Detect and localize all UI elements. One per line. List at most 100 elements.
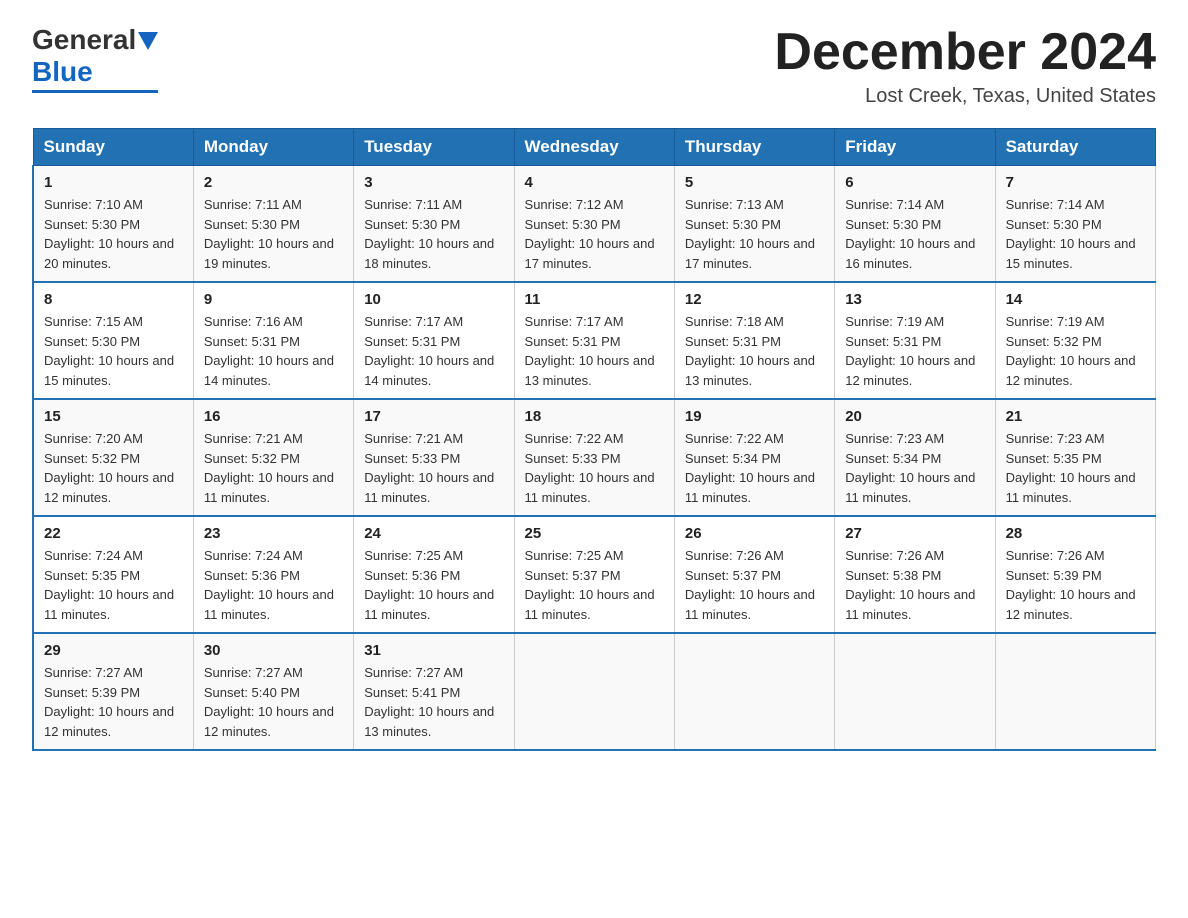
month-title: December 2024	[774, 24, 1156, 81]
day-info: Sunrise: 7:27 AMSunset: 5:40 PMDaylight:…	[204, 665, 334, 739]
day-info: Sunrise: 7:25 AMSunset: 5:36 PMDaylight:…	[364, 548, 494, 622]
day-info: Sunrise: 7:17 AMSunset: 5:31 PMDaylight:…	[364, 314, 494, 388]
logo-triangle-icon	[138, 32, 158, 50]
day-number: 19	[685, 408, 824, 425]
day-info: Sunrise: 7:22 AMSunset: 5:33 PMDaylight:…	[525, 431, 655, 505]
day-number: 4	[525, 174, 664, 191]
calendar-table: Sunday Monday Tuesday Wednesday Thursday…	[32, 128, 1156, 751]
calendar-cell: 30 Sunrise: 7:27 AMSunset: 5:40 PMDaylig…	[193, 633, 353, 750]
calendar-week-row: 29 Sunrise: 7:27 AMSunset: 5:39 PMDaylig…	[33, 633, 1156, 750]
calendar-cell: 22 Sunrise: 7:24 AMSunset: 5:35 PMDaylig…	[33, 516, 193, 633]
day-info: Sunrise: 7:12 AMSunset: 5:30 PMDaylight:…	[525, 197, 655, 271]
calendar-cell: 1 Sunrise: 7:10 AMSunset: 5:30 PMDayligh…	[33, 166, 193, 283]
day-info: Sunrise: 7:11 AMSunset: 5:30 PMDaylight:…	[364, 197, 494, 271]
day-number: 9	[204, 291, 343, 308]
logo: General Blue	[32, 24, 158, 93]
day-number: 5	[685, 174, 824, 191]
day-number: 31	[364, 642, 503, 659]
col-friday: Friday	[835, 129, 995, 166]
day-info: Sunrise: 7:26 AMSunset: 5:37 PMDaylight:…	[685, 548, 815, 622]
calendar-cell: 3 Sunrise: 7:11 AMSunset: 5:30 PMDayligh…	[354, 166, 514, 283]
day-number: 12	[685, 291, 824, 308]
day-info: Sunrise: 7:25 AMSunset: 5:37 PMDaylight:…	[525, 548, 655, 622]
calendar-cell: 15 Sunrise: 7:20 AMSunset: 5:32 PMDaylig…	[33, 399, 193, 516]
day-info: Sunrise: 7:16 AMSunset: 5:31 PMDaylight:…	[204, 314, 334, 388]
day-number: 29	[44, 642, 183, 659]
calendar-cell: 28 Sunrise: 7:26 AMSunset: 5:39 PMDaylig…	[995, 516, 1155, 633]
day-info: Sunrise: 7:10 AMSunset: 5:30 PMDaylight:…	[44, 197, 174, 271]
day-number: 10	[364, 291, 503, 308]
day-number: 26	[685, 525, 824, 542]
calendar-cell: 19 Sunrise: 7:22 AMSunset: 5:34 PMDaylig…	[674, 399, 834, 516]
header-row: Sunday Monday Tuesday Wednesday Thursday…	[33, 129, 1156, 166]
day-number: 24	[364, 525, 503, 542]
title-block: December 2024 Lost Creek, Texas, United …	[774, 24, 1156, 108]
day-number: 23	[204, 525, 343, 542]
day-info: Sunrise: 7:24 AMSunset: 5:36 PMDaylight:…	[204, 548, 334, 622]
day-number: 30	[204, 642, 343, 659]
day-number: 6	[845, 174, 984, 191]
day-number: 20	[845, 408, 984, 425]
col-wednesday: Wednesday	[514, 129, 674, 166]
day-info: Sunrise: 7:15 AMSunset: 5:30 PMDaylight:…	[44, 314, 174, 388]
day-info: Sunrise: 7:17 AMSunset: 5:31 PMDaylight:…	[525, 314, 655, 388]
day-info: Sunrise: 7:26 AMSunset: 5:38 PMDaylight:…	[845, 548, 975, 622]
day-info: Sunrise: 7:13 AMSunset: 5:30 PMDaylight:…	[685, 197, 815, 271]
day-number: 8	[44, 291, 183, 308]
calendar-cell: 18 Sunrise: 7:22 AMSunset: 5:33 PMDaylig…	[514, 399, 674, 516]
calendar-cell: 4 Sunrise: 7:12 AMSunset: 5:30 PMDayligh…	[514, 166, 674, 283]
day-number: 17	[364, 408, 503, 425]
day-number: 3	[364, 174, 503, 191]
day-number: 7	[1006, 174, 1145, 191]
day-number: 22	[44, 525, 183, 542]
day-info: Sunrise: 7:22 AMSunset: 5:34 PMDaylight:…	[685, 431, 815, 505]
day-number: 13	[845, 291, 984, 308]
day-number: 11	[525, 291, 664, 308]
calendar-cell: 5 Sunrise: 7:13 AMSunset: 5:30 PMDayligh…	[674, 166, 834, 283]
day-number: 25	[525, 525, 664, 542]
logo-text: General	[32, 24, 158, 56]
day-number: 28	[1006, 525, 1145, 542]
col-monday: Monday	[193, 129, 353, 166]
calendar-cell: 31 Sunrise: 7:27 AMSunset: 5:41 PMDaylig…	[354, 633, 514, 750]
calendar-cell: 20 Sunrise: 7:23 AMSunset: 5:34 PMDaylig…	[835, 399, 995, 516]
day-number: 1	[44, 174, 183, 191]
calendar-cell: 6 Sunrise: 7:14 AMSunset: 5:30 PMDayligh…	[835, 166, 995, 283]
day-number: 27	[845, 525, 984, 542]
day-number: 21	[1006, 408, 1145, 425]
page-header: General Blue December 2024 Lost Creek, T…	[32, 24, 1156, 108]
calendar-week-row: 22 Sunrise: 7:24 AMSunset: 5:35 PMDaylig…	[33, 516, 1156, 633]
location: Lost Creek, Texas, United States	[774, 85, 1156, 108]
logo-general: General	[32, 24, 136, 56]
col-tuesday: Tuesday	[354, 129, 514, 166]
calendar-week-row: 15 Sunrise: 7:20 AMSunset: 5:32 PMDaylig…	[33, 399, 1156, 516]
calendar-cell: 29 Sunrise: 7:27 AMSunset: 5:39 PMDaylig…	[33, 633, 193, 750]
calendar-cell: 21 Sunrise: 7:23 AMSunset: 5:35 PMDaylig…	[995, 399, 1155, 516]
calendar-cell: 13 Sunrise: 7:19 AMSunset: 5:31 PMDaylig…	[835, 282, 995, 399]
calendar-cell: 27 Sunrise: 7:26 AMSunset: 5:38 PMDaylig…	[835, 516, 995, 633]
day-info: Sunrise: 7:20 AMSunset: 5:32 PMDaylight:…	[44, 431, 174, 505]
day-info: Sunrise: 7:19 AMSunset: 5:32 PMDaylight:…	[1006, 314, 1136, 388]
day-info: Sunrise: 7:21 AMSunset: 5:33 PMDaylight:…	[364, 431, 494, 505]
day-info: Sunrise: 7:11 AMSunset: 5:30 PMDaylight:…	[204, 197, 334, 271]
calendar-cell: 14 Sunrise: 7:19 AMSunset: 5:32 PMDaylig…	[995, 282, 1155, 399]
day-number: 16	[204, 408, 343, 425]
calendar-week-row: 1 Sunrise: 7:10 AMSunset: 5:30 PMDayligh…	[33, 166, 1156, 283]
calendar-cell	[674, 633, 834, 750]
calendar-cell	[514, 633, 674, 750]
col-sunday: Sunday	[33, 129, 193, 166]
calendar-cell: 7 Sunrise: 7:14 AMSunset: 5:30 PMDayligh…	[995, 166, 1155, 283]
calendar-cell: 2 Sunrise: 7:11 AMSunset: 5:30 PMDayligh…	[193, 166, 353, 283]
day-info: Sunrise: 7:23 AMSunset: 5:35 PMDaylight:…	[1006, 431, 1136, 505]
calendar-cell: 11 Sunrise: 7:17 AMSunset: 5:31 PMDaylig…	[514, 282, 674, 399]
day-info: Sunrise: 7:21 AMSunset: 5:32 PMDaylight:…	[204, 431, 334, 505]
day-number: 14	[1006, 291, 1145, 308]
calendar-cell: 17 Sunrise: 7:21 AMSunset: 5:33 PMDaylig…	[354, 399, 514, 516]
calendar-cell	[995, 633, 1155, 750]
day-number: 2	[204, 174, 343, 191]
calendar-week-row: 8 Sunrise: 7:15 AMSunset: 5:30 PMDayligh…	[33, 282, 1156, 399]
calendar-cell: 12 Sunrise: 7:18 AMSunset: 5:31 PMDaylig…	[674, 282, 834, 399]
day-info: Sunrise: 7:23 AMSunset: 5:34 PMDaylight:…	[845, 431, 975, 505]
day-info: Sunrise: 7:26 AMSunset: 5:39 PMDaylight:…	[1006, 548, 1136, 622]
day-info: Sunrise: 7:19 AMSunset: 5:31 PMDaylight:…	[845, 314, 975, 388]
